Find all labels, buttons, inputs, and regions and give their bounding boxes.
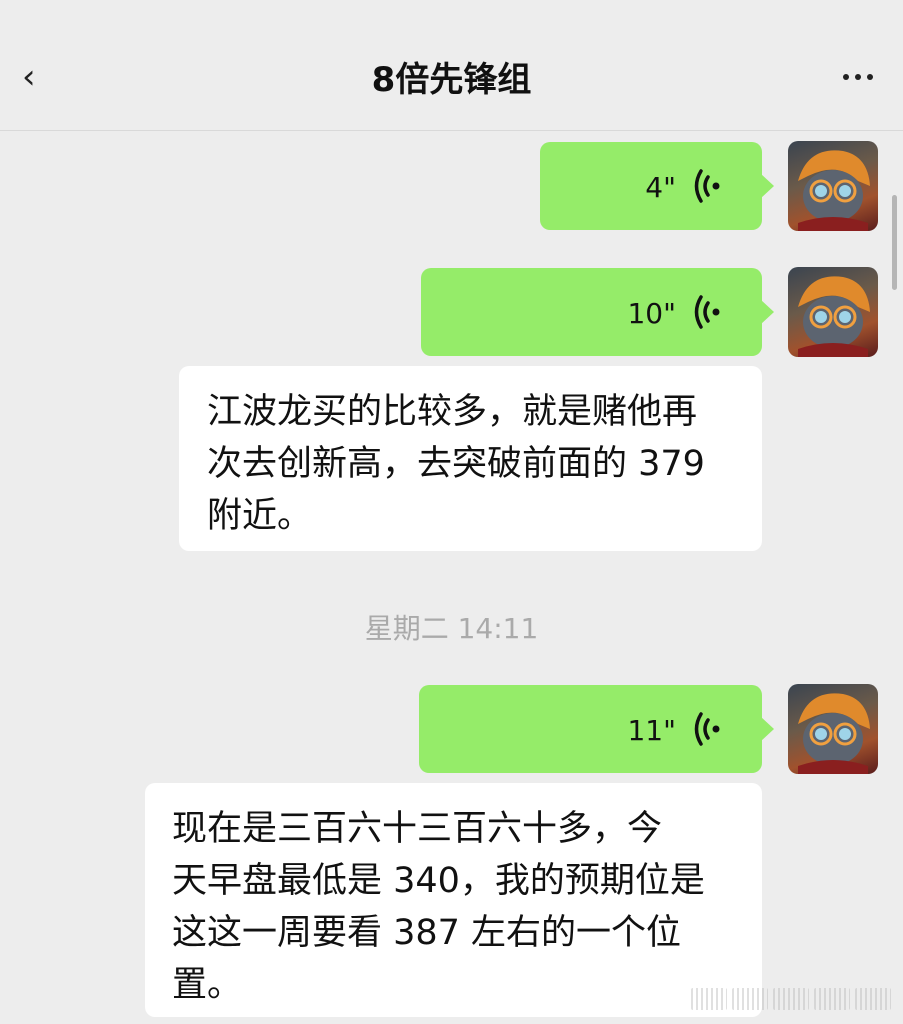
avatar[interactable] — [788, 684, 878, 774]
message-line: 次去创新高，去突破前面的 379 — [207, 444, 705, 484]
message-line: 现在是三百六十三百六十多，今 — [172, 809, 663, 849]
voice-wave-icon — [694, 712, 720, 746]
cat-avatar-icon — [798, 693, 870, 774]
voice-duration: 10" — [627, 297, 676, 330]
message-line: 江波龙买的比较多，就是赌他再 — [207, 392, 698, 432]
cat-avatar-icon — [798, 276, 870, 357]
chat-header: ‹ 8倍先锋组 — [0, 0, 903, 131]
message-line: 天早盘最低是 340，我的预期位是 — [172, 861, 705, 901]
voice-message[interactable]: 4" — [540, 142, 774, 230]
voice-message[interactable]: 10" — [421, 268, 774, 356]
message-line: 附近。 — [207, 496, 313, 536]
voice-duration: 4" — [645, 171, 676, 204]
message-line: 置。 — [172, 965, 243, 1005]
more-icon — [843, 74, 873, 80]
watermark — [691, 986, 891, 1012]
voice-message[interactable]: 11" — [419, 685, 774, 773]
voice-duration: 11" — [627, 714, 676, 747]
message-timestamp: 星期二 14:11 — [364, 612, 539, 645]
scrollbar[interactable] — [892, 195, 897, 290]
avatar[interactable] — [788, 267, 878, 357]
text-message[interactable]: 现在是三百六十三百六十多，今 天早盘最低是 340，我的预期位是 这这一周要看 … — [145, 783, 762, 1017]
voice-wave-icon — [694, 169, 720, 203]
more-button[interactable] — [763, 55, 885, 99]
voice-wave-icon — [694, 295, 720, 329]
avatar[interactable] — [788, 141, 878, 231]
cat-avatar-icon — [798, 150, 870, 231]
text-message[interactable]: 江波龙买的比较多，就是赌他再 次去创新高，去突破前面的 379 附近。 — [179, 366, 762, 551]
message-line: 这这一周要看 387 左右的一个位 — [172, 913, 682, 953]
